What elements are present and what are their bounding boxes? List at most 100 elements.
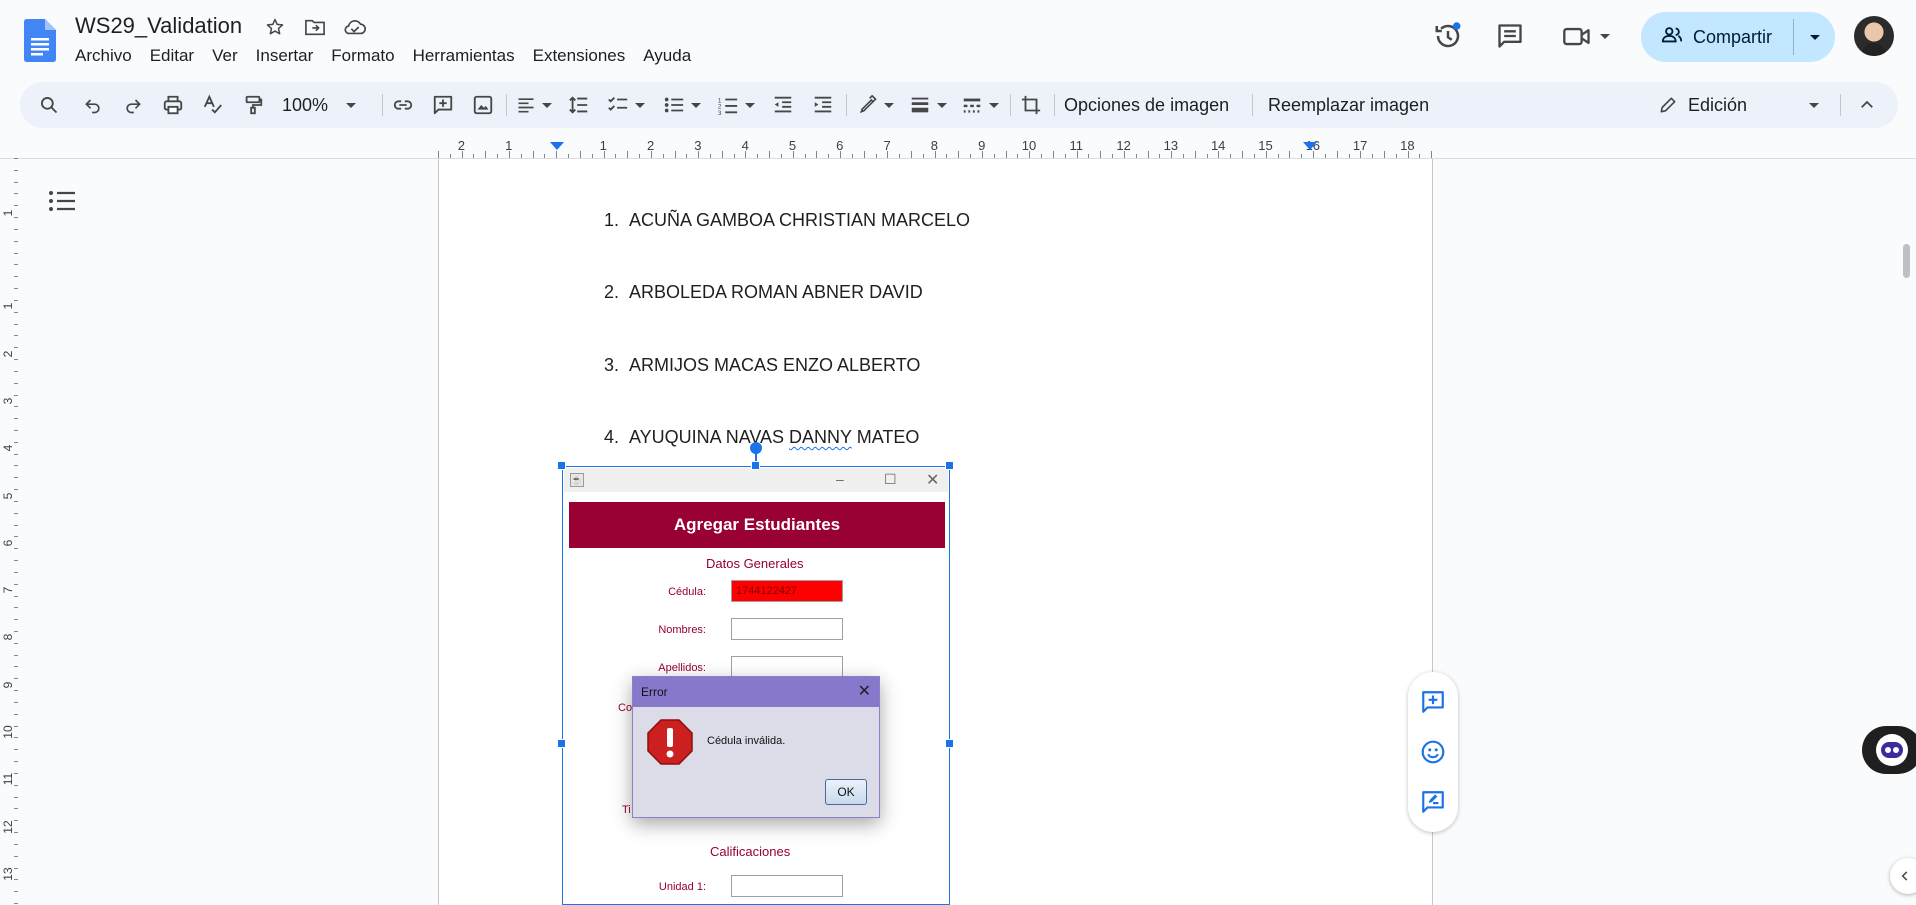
add-comment-icon[interactable] [1419,688,1447,716]
add-comment-icon[interactable] [428,90,458,120]
border-dash-select[interactable] [958,90,1002,120]
resize-handle-w[interactable] [557,739,566,748]
border-color-select[interactable] [854,90,898,120]
assistant-fab[interactable] [1862,726,1916,774]
list-item[interactable]: 3. ARMIJOS MACAS ENZO ALBERTO [589,355,920,376]
chevron-down-icon [691,102,701,108]
document-title[interactable]: WS29_Validation [75,13,242,39]
undo-icon[interactable] [78,90,108,120]
ruler-tick [14,879,18,881]
print-icon[interactable] [158,90,188,120]
suggest-edits-icon[interactable] [1419,788,1447,816]
insert-image-icon[interactable] [468,90,498,120]
top-bar: WS29_Validation Archivo Editar Ver Inser… [0,0,1916,78]
line-spacing-icon[interactable] [564,90,594,120]
toolbar-divider [506,94,507,116]
ruler-tick [816,151,818,158]
search-menus-icon[interactable] [34,90,64,120]
menu-archivo[interactable]: Archivo [66,45,141,67]
crop-icon[interactable] [1016,90,1046,120]
pencil-icon [1660,97,1676,113]
editing-mode-select[interactable]: Edición [1658,90,1828,120]
ruler-tick [14,217,18,219]
border-weight-select[interactable] [906,90,950,120]
comments-icon[interactable] [1490,16,1530,56]
ruler-tick [14,489,18,491]
increase-indent-icon[interactable] [808,90,838,120]
redo-icon[interactable] [118,90,148,120]
document-outline-icon[interactable] [48,189,76,218]
ruler-tick [792,151,794,158]
rotate-handle[interactable] [750,442,762,454]
ruler-tick [14,335,18,337]
docs-logo-icon[interactable] [24,19,56,62]
cloud-saved-icon[interactable] [342,14,368,40]
ruler-tick [721,151,723,158]
close-icon: ✕ [857,683,871,700]
left-indent-marker[interactable] [550,142,564,150]
avatar[interactable] [1854,16,1894,56]
resize-handle-n[interactable] [751,461,760,470]
ruler-tick [14,891,18,893]
move-folder-icon[interactable] [302,14,328,40]
ruler-tick [485,151,487,158]
menu-herramientas[interactable]: Herramientas [404,45,524,67]
spellcheck-icon[interactable] [198,90,228,120]
menu-insertar[interactable]: Insertar [247,45,323,67]
star-icon[interactable] [262,14,288,40]
scrollbar-thumb[interactable] [1903,244,1910,278]
ruler-tick [14,666,18,668]
ruler-tick [14,240,18,242]
zoom-select[interactable]: 100% [282,90,372,120]
ruler-tick [627,151,629,158]
menu-formato[interactable]: Formato [322,45,403,67]
spelling-flagged-word[interactable]: DANNY [789,427,852,447]
bulleted-list-select[interactable] [660,90,704,120]
menu-editar[interactable]: Editar [141,45,203,67]
ruler-tick [14,560,18,562]
decrease-indent-icon[interactable] [768,90,798,120]
ruler-tick [14,571,18,573]
paint-format-icon[interactable] [238,90,268,120]
share-button[interactable]: Compartir [1641,12,1835,62]
menu-extensiones[interactable]: Extensiones [524,45,635,67]
resize-handle-nw[interactable] [557,461,566,470]
ruler-tick [14,288,18,290]
version-history-icon[interactable] [1428,16,1468,56]
ruler-tick [14,642,18,644]
toolbar-divider [1840,94,1841,116]
ruler-tick [1194,151,1196,158]
resize-handle-e[interactable] [945,739,954,748]
ruler-tick [461,151,463,158]
list-item[interactable]: 2. ARBOLEDA ROMAN ABNER DAVID [589,282,923,303]
ruler-number: 8 [1,634,15,641]
menu-ayuda[interactable]: Ayuda [634,45,700,67]
ruler-tick [1123,151,1125,158]
right-indent-marker[interactable] [1303,142,1317,150]
add-emoji-icon[interactable] [1419,738,1447,766]
menu-ver[interactable]: Ver [203,45,247,67]
ruler-tick [14,477,18,479]
numbered-list-select[interactable]: 123 [714,90,758,120]
ruler-tick [1052,151,1054,158]
ruler-tick [14,347,18,349]
collapse-side-panel-button[interactable] [1890,858,1916,894]
ruler-tick [14,902,18,904]
chevron-down-icon [1809,34,1820,40]
vertical-ruler[interactable]: 11234567891011121314 [0,158,18,905]
image-options-button[interactable]: Opciones de imagen [1064,90,1229,120]
list-item[interactable]: 1. ACUÑA GAMBOA CHRISTIAN MARCELO [589,210,970,231]
replace-image-button[interactable]: Reemplazar imagen [1268,90,1429,120]
toolbar-divider [846,94,847,116]
horizontal-ruler[interactable]: 2 1 1 2 3 4 5 6 7 8 9 10 11 12 13 14 15 16 17 18 [438,138,1433,158]
checklist-select[interactable] [604,90,648,120]
hide-menus-icon[interactable] [1852,90,1882,120]
meet-icon[interactable] [1558,16,1614,56]
insert-link-icon[interactable] [388,90,418,120]
ruler-number: 2 [1,350,15,357]
share-label: Compartir [1693,26,1773,47]
ruler-tick [934,151,936,158]
align-select[interactable] [512,90,556,120]
resize-handle-ne[interactable] [945,461,954,470]
share-dropdown-button[interactable] [1794,12,1835,62]
